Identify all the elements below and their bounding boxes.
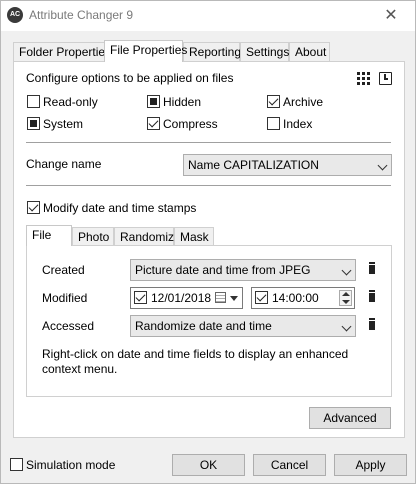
tab-settings[interactable]: Settings — [240, 42, 289, 61]
ok-button[interactable]: OK — [172, 454, 245, 476]
advanced-button[interactable]: Advanced — [309, 407, 391, 429]
system-checkbox[interactable] — [27, 117, 40, 130]
accessed-label: Accessed — [42, 319, 95, 333]
clock-icon[interactable] — [379, 72, 392, 85]
archive-label: Archive — [283, 95, 324, 109]
intro-text: Configure options to be applied on files — [26, 71, 234, 85]
change-name-dropdown[interactable]: Name CAPITALIZATION — [183, 154, 392, 176]
chevron-down-icon[interactable] — [230, 296, 238, 301]
modify-dates-label: Modify date and time stamps — [43, 201, 197, 215]
system-label: System — [43, 117, 84, 131]
lock-icon[interactable] — [369, 290, 375, 302]
readonly-label: Read-only — [43, 95, 98, 109]
tab-file-properties[interactable]: File Properties — [104, 40, 187, 62]
hidden-label: Hidden — [163, 95, 202, 109]
chevron-down-icon — [341, 265, 352, 276]
tab-file[interactable]: File — [26, 225, 72, 246]
window-title: Attribute Changer 9 — [29, 8, 134, 22]
created-value: Picture date and time from JPEG — [135, 263, 311, 277]
lock-icon[interactable] — [369, 262, 375, 274]
change-name-value: Name CAPITALIZATION — [188, 158, 319, 172]
modified-date-picker[interactable]: 12/01/2018 — [130, 287, 243, 309]
modified-time-checkbox[interactable] — [255, 291, 268, 304]
modified-date-value: 12/01/2018 — [151, 291, 212, 305]
modified-time-value: 14:00:00 — [272, 291, 319, 305]
simulation-mode-label: Simulation mode — [26, 458, 116, 472]
compress-label: Compress — [163, 117, 218, 131]
spin-down-icon[interactable] — [342, 300, 350, 304]
hint-text: Right-click on date and time fields to d… — [42, 347, 349, 376]
apply-button[interactable]: Apply — [334, 454, 407, 476]
modified-label: Modified — [42, 291, 88, 305]
tab-photo[interactable]: Photo — [72, 227, 114, 245]
modified-date-checkbox[interactable] — [134, 291, 147, 304]
cancel-button[interactable]: Cancel — [253, 454, 326, 476]
app-logo-icon: AC — [7, 7, 23, 23]
accessed-value: Randomize date and time — [135, 319, 272, 333]
tab-folder-properties[interactable]: Folder Properties — [13, 42, 111, 61]
file-properties-panel: Configure options to be applied on files… — [13, 61, 405, 438]
app-window: AC Attribute Changer 9 ✕ Folder Properti… — [0, 0, 416, 484]
separator — [26, 142, 391, 143]
modify-dates-checkbox[interactable] — [27, 201, 40, 214]
change-name-label: Change name — [26, 157, 102, 171]
grid-view-icon[interactable] — [357, 72, 370, 85]
created-label: Created — [42, 263, 85, 277]
spin-up-icon[interactable] — [342, 292, 350, 296]
file-dates-panel: Created Picture date and time from JPEG … — [26, 245, 392, 397]
close-icon[interactable]: ✕ — [371, 5, 411, 27]
archive-checkbox[interactable] — [267, 95, 280, 108]
accessed-dropdown[interactable]: Randomize date and time — [130, 315, 356, 337]
title-bar[interactable]: AC Attribute Changer 9 ✕ — [1, 1, 415, 31]
tab-reporting[interactable]: Reporting — [183, 42, 241, 61]
compress-checkbox[interactable] — [147, 117, 160, 130]
created-dropdown[interactable]: Picture date and time from JPEG — [130, 259, 356, 281]
readonly-checkbox[interactable] — [27, 95, 40, 108]
calendar-icon[interactable] — [215, 292, 226, 303]
modified-time-picker[interactable]: 14:00:00 — [251, 287, 355, 309]
time-spinner[interactable] — [339, 290, 352, 306]
index-label: Index — [283, 117, 313, 131]
chevron-down-icon — [341, 321, 352, 332]
chevron-down-icon — [377, 160, 388, 171]
tab-randomize[interactable]: Randomize — [114, 227, 181, 245]
separator — [26, 185, 391, 186]
tab-about[interactable]: About — [289, 42, 330, 61]
tab-mask[interactable]: Mask — [174, 227, 214, 245]
simulation-mode-checkbox[interactable] — [10, 458, 23, 471]
index-checkbox[interactable] — [267, 117, 280, 130]
hidden-checkbox[interactable] — [147, 95, 160, 108]
lock-icon[interactable] — [369, 318, 375, 330]
